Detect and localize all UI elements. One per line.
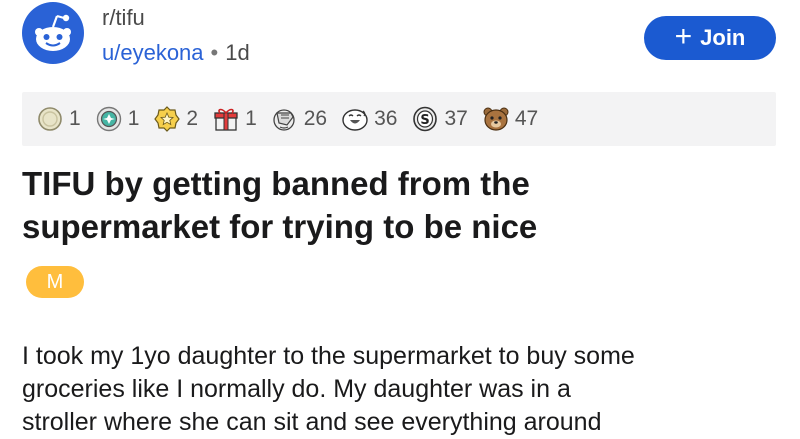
join-button[interactable]: + Join <box>644 16 776 60</box>
post-title-line: supermarket for trying to be nice <box>22 208 538 245</box>
bear-face-icon <box>483 107 509 131</box>
award-count: 2 <box>186 107 199 130</box>
post-body-line: stroller where she can sit and see every… <box>22 408 602 436</box>
award-laughing[interactable]: 36 <box>341 105 397 133</box>
award-count: 26 <box>303 107 328 130</box>
join-button-label: Join <box>700 25 746 50</box>
post-body: I took my 1yo daughter to the supermarke… <box>22 340 792 439</box>
award-count: 1 <box>245 107 257 130</box>
helpful-badge-icon <box>96 106 121 132</box>
post-title-line: TIFU by getting banned from the <box>22 165 530 202</box>
award-count: 1 <box>127 107 140 130</box>
award-count: 47 <box>514 107 539 130</box>
star-badge-icon <box>154 106 181 132</box>
award-count: 37 <box>444 107 468 130</box>
facepalm-icon <box>273 109 295 131</box>
svg-text:S: S <box>421 113 430 128</box>
awards-bar[interactable]: 1 1 2 1 26 36 S 37 47 <box>22 92 776 146</box>
post-body-line: I took my 1yo daughter to the supermarke… <box>22 342 635 370</box>
meta-separator: • <box>210 40 219 65</box>
silver-coin-icon <box>38 107 62 131</box>
subreddit-name[interactable]: r/tifu <box>102 5 145 31</box>
post-header: r/tifu u/eyekona • 1d + Join <box>0 0 800 80</box>
award-count: 36 <box>374 107 398 130</box>
plus-icon: + <box>674 19 693 53</box>
award-helpful[interactable]: 1 <box>95 105 140 133</box>
award-facepalm[interactable]: 26 <box>271 105 327 133</box>
dollar-coin-icon: S <box>413 106 438 132</box>
post-meta: u/eyekona • 1d <box>102 40 250 66</box>
laughing-face-icon <box>342 109 368 131</box>
award-silver-coin[interactable]: 1 <box>36 105 81 133</box>
award-count: 1 <box>69 107 81 130</box>
post-age: 1d <box>225 40 250 65</box>
author-link[interactable]: u/eyekona <box>102 40 204 65</box>
subreddit-avatar[interactable] <box>22 2 84 64</box>
post-title[interactable]: TIFU by getting banned from the supermar… <box>22 162 762 248</box>
award-bear[interactable]: 47 <box>482 105 538 133</box>
reddit-alien-icon <box>35 14 71 51</box>
post-flair[interactable]: M <box>26 266 84 298</box>
award-star[interactable]: 2 <box>153 105 198 133</box>
post-body-line: groceries like I normally do. My daughte… <box>22 375 571 403</box>
gift-icon <box>214 108 238 131</box>
award-gift[interactable]: 1 <box>212 105 257 133</box>
award-dollar-coin[interactable]: S 37 <box>411 105 468 133</box>
